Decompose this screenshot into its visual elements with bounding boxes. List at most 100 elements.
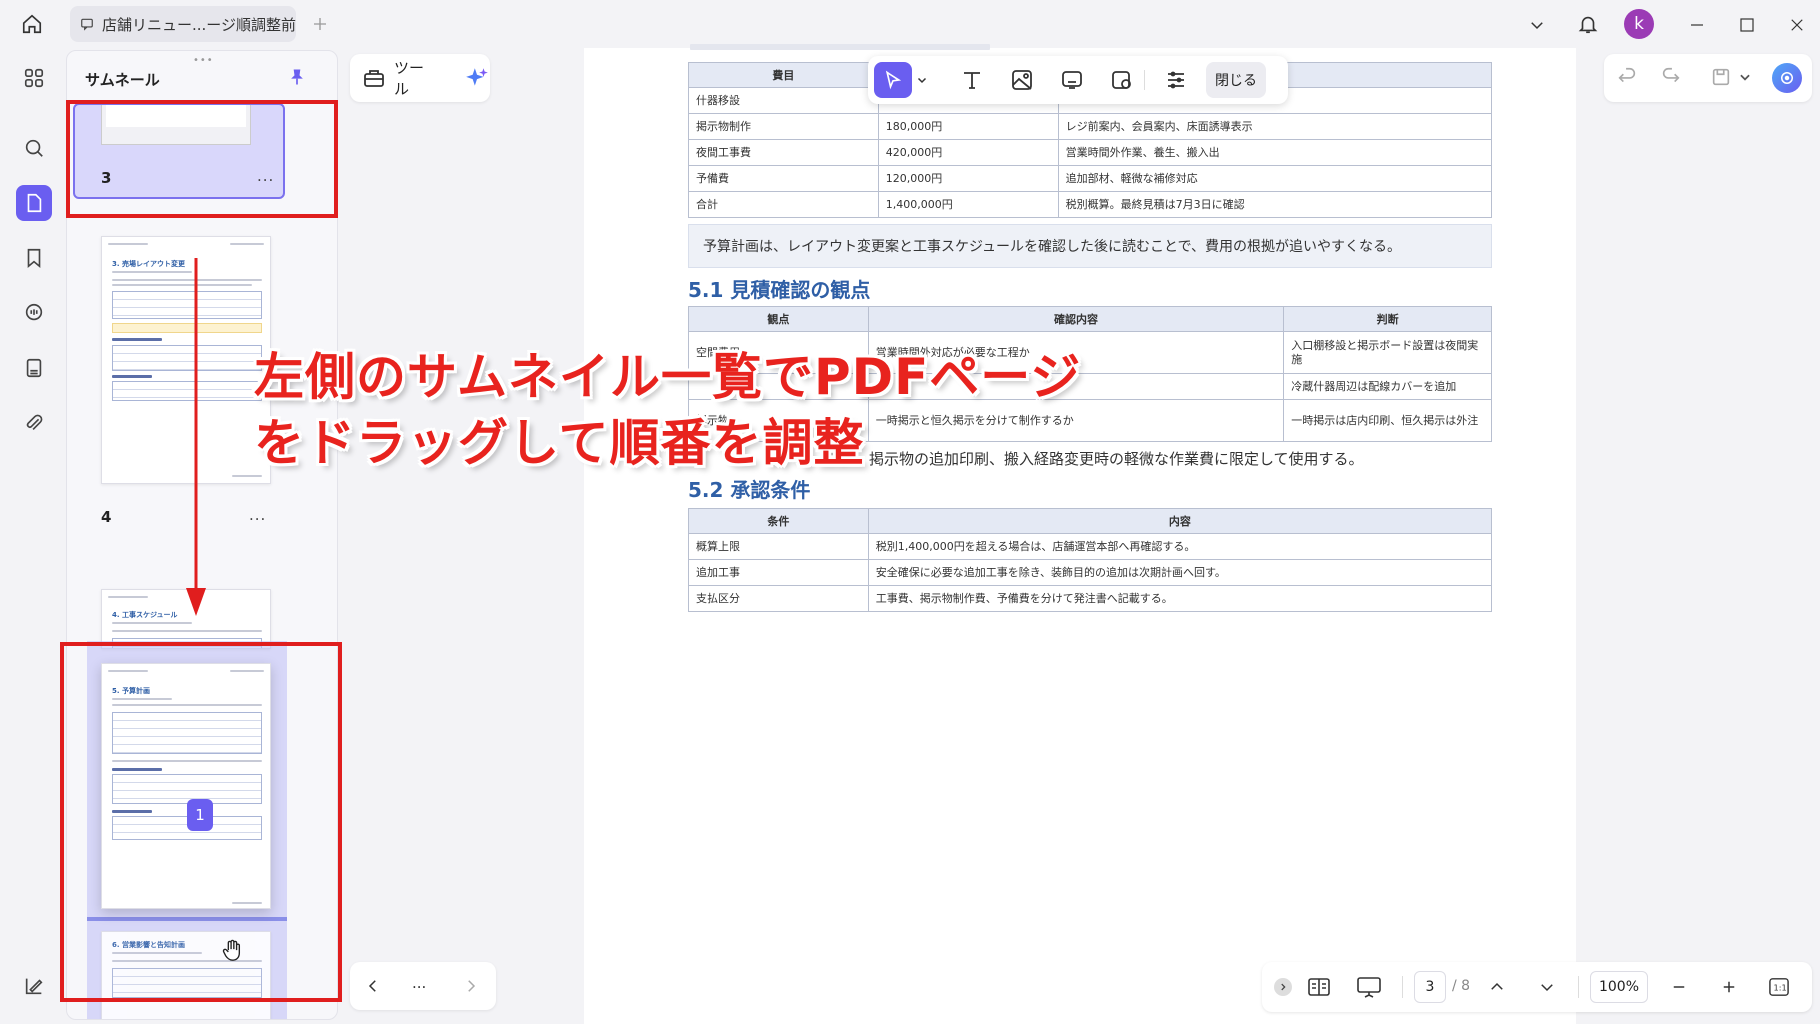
maximize-icon[interactable] [1734,12,1760,38]
instruction-line: をドラッグして順番を調整 [254,414,865,472]
table-cell: 420,000円 [877,139,1059,166]
redo-icon[interactable] [1660,66,1682,88]
ai-sparkle-icon[interactable] [464,65,490,91]
drag-handle-icon[interactable]: ••• [193,55,214,66]
divider [1578,976,1579,998]
bookmark-icon[interactable] [16,240,52,276]
table-cell: 安全確保に必要な追加工事を除き、装飾目的の追加は次期計画へ回す。 [867,559,1493,586]
chevron-right-icon[interactable] [462,976,480,996]
avatar[interactable]: k [1624,9,1654,39]
table-cell: 予備費 [688,165,879,192]
pin-icon[interactable] [287,67,307,87]
highlight-box-target [60,642,342,1002]
toolbox-icon[interactable] [362,67,386,89]
chevron-down-icon[interactable] [1524,12,1550,38]
document-icon[interactable] [16,350,52,386]
text-tool-icon[interactable] [958,66,986,94]
reading-mode-icon[interactable] [1306,974,1332,1000]
history-toolbar [1604,54,1812,102]
table-header: 内容 [867,508,1493,534]
thumbnail-heading: 3. 売場レイアウト変更 [112,260,185,268]
select-cursor-icon[interactable] [874,62,912,98]
location-tool-icon[interactable] [1108,66,1136,94]
table-row: 合計 1,400,000円 税別概算。最終見積は7月3日に確認 [688,191,1493,218]
chevron-down-icon[interactable] [914,66,930,94]
expand-icon[interactable] [1274,978,1292,996]
tool-panel [346,50,582,1020]
tab-title: 店舗リニュー...ージ順調整前 [102,15,297,34]
chevron-left-icon[interactable] [364,976,382,996]
instruction-overlay: 左側のサムネイル一覧でPDFページ をドラッグして順番を調整 [254,344,1081,476]
section-heading: 5.1 見積確認の観点 [688,278,871,302]
save-icon[interactable] [1710,66,1732,88]
table-row: 概算上限 税別1,400,000円を超える場合は、店舗運営本部へ再確認する。 [688,533,1493,560]
chevron-up-icon[interactable] [1484,974,1510,1000]
table-cell: 1,400,000円 [877,191,1059,218]
instruction-line: 左側のサムネイル一覧でPDFページ [254,348,1082,406]
table-cell: 営業時間外作業、養生、搬入出 [1057,139,1493,166]
chevron-down-icon[interactable] [1534,974,1560,1000]
table-row: 掲示物制作 180,000円 レジ前案内、会員案内、床面誘導表示 [688,113,1493,140]
home-icon[interactable] [18,10,46,38]
table-cell: 税別概算。最終見積は7月3日に確認 [1057,191,1493,218]
new-tab-icon[interactable] [308,12,332,36]
table-cell: 一時掲示は店内印刷、恒久掲示は外注 [1283,399,1492,442]
zoom-in-icon[interactable] [1716,974,1742,1000]
page-number-input[interactable]: 3 [1414,971,1446,1003]
bell-icon[interactable] [1574,10,1602,38]
thumbnail-page-icon[interactable] [16,185,52,221]
settings-sliders-icon[interactable] [1162,66,1190,94]
highlight-box-source [66,100,338,218]
table-header: 条件 [688,508,869,534]
table-row: 支払区分 工事費、掲示物制作費、予備費を分けて発注書へ記載する。 [688,585,1493,612]
zoom-out-icon[interactable] [1666,974,1692,1000]
arrow-down-icon [186,258,206,616]
zoom-level[interactable]: 100% [1590,971,1648,1003]
approval-table: 条件 内容 概算上限 税別1,400,000円を超える場合は、店舗運営本部へ再確… [688,508,1493,612]
table-row: 予備費 120,000円 追加部材、軽微な補修対応 [688,165,1493,192]
table-cell: 120,000円 [877,165,1059,192]
attachment-icon[interactable] [16,405,52,441]
edit-toolbar: 閉じる [868,56,1288,104]
table-cell: 夜間工事費 [688,139,879,166]
comment-icon[interactable] [16,295,52,331]
page-number: 4 [101,508,112,526]
close-icon[interactable] [1784,12,1810,38]
svg-text:1:1: 1:1 [1774,983,1787,993]
section-heading: 5.2 承認条件 [688,478,811,502]
divider [1402,976,1403,998]
more-options-icon[interactable]: ... [412,974,426,992]
panel-title: サムネール [85,71,160,89]
minimize-icon[interactable] [1684,12,1710,38]
table-cell: 工事費、掲示物制作費、予備費を分けて発注書へ記載する。 [867,585,1493,612]
table-cell: 追加部材、軽微な補修対応 [1057,165,1493,192]
image-tool-icon[interactable] [1008,66,1036,94]
document-tab[interactable]: 店舗リニュー...ージ順調整前 [70,6,296,42]
title-bar: 店舗リニュー...ージ順調整前 k [0,0,1820,48]
document-page: 費目 什器移設 掲示物制作 180,000円 レジ前案内、会員案内、床面誘導表示… [584,44,1576,1024]
apps-icon[interactable] [16,60,52,96]
table-cell: 合計 [688,191,879,218]
layers-icon[interactable] [16,968,52,1004]
link-tool-icon[interactable] [1058,66,1086,94]
table-cell: 入口棚移設と掲示ボード設置は夜間実施 [1283,331,1492,374]
actual-size-icon[interactable]: 1:1 [1766,974,1792,1000]
table-cell: 概算上限 [688,533,869,560]
presentation-icon[interactable] [1356,974,1382,1000]
left-rail [4,50,64,1020]
undo-icon[interactable] [1616,66,1638,88]
table-cell: 支払区分 [688,585,869,612]
thumbnail-heading: 4. 工事スケジュール [112,611,178,619]
bottom-status-bar: 3 / 8 100% 1:1 [1262,962,1812,1012]
tool-label[interactable]: ツール [394,57,438,99]
table-cell: 追加工事 [688,559,869,586]
search-icon[interactable] [16,130,52,166]
close-button[interactable]: 閉じる [1206,62,1266,98]
table-cell: レジ前案内、会員案内、床面誘導表示 [1057,113,1493,140]
more-options-icon[interactable]: ... [249,506,266,524]
table-cell: 什器移設 [688,87,879,114]
chevron-down-icon[interactable] [1738,70,1752,84]
ai-assistant-icon[interactable] [1772,63,1802,93]
comment-icon [80,17,94,31]
table-cell: 180,000円 [877,113,1059,140]
